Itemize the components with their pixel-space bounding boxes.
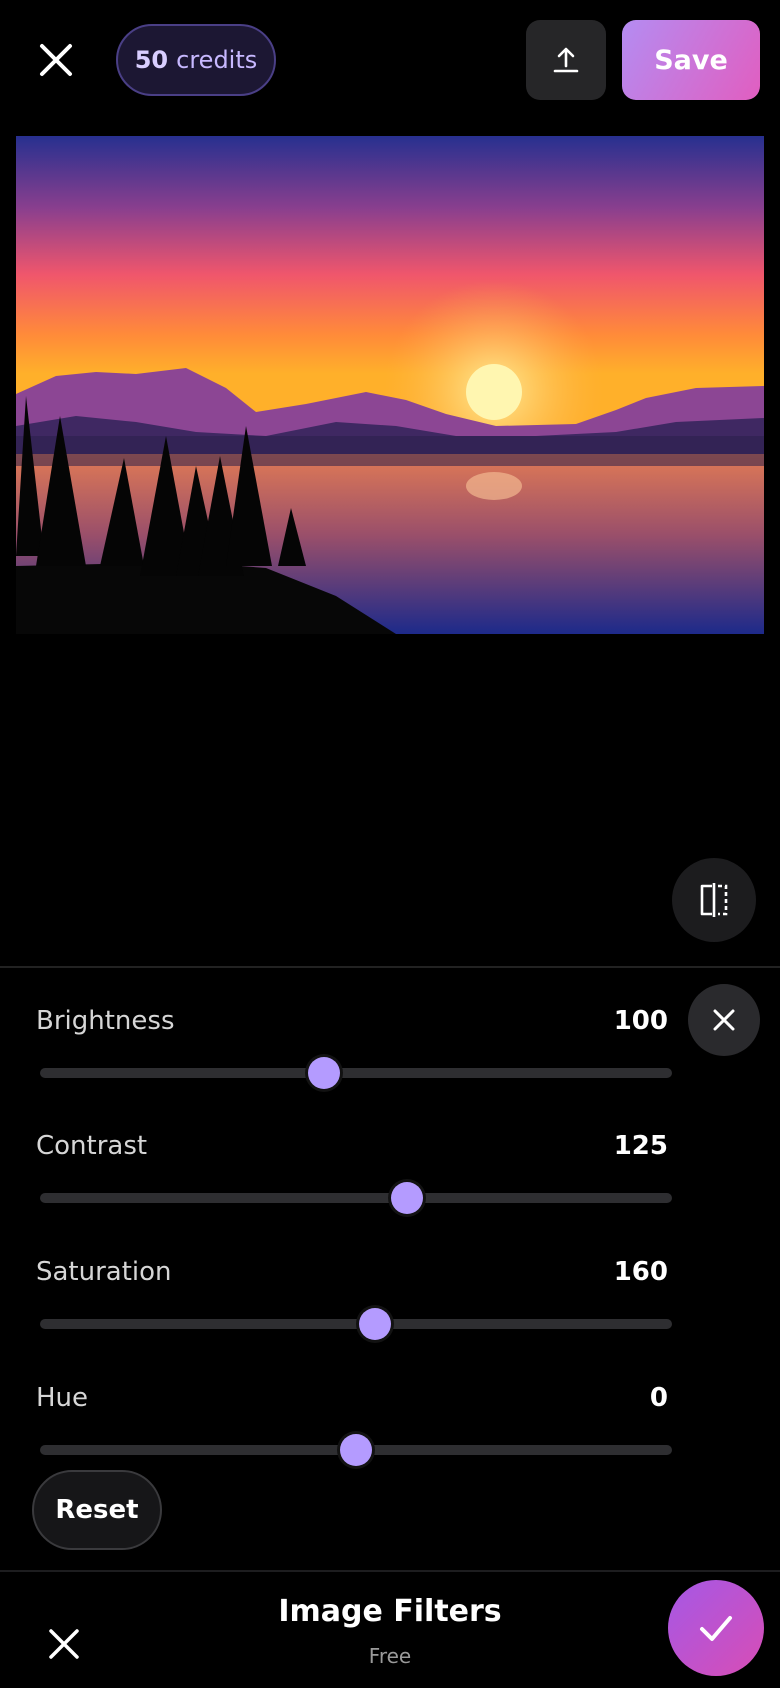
contrast-slider-row: Contrast 125 (36, 1131, 672, 1251)
tool-title: Image Filters (278, 1594, 502, 1629)
hue-value: 0 (649, 1383, 668, 1413)
brightness-value: 100 (613, 1006, 668, 1036)
edited-image (16, 136, 764, 634)
upload-icon (553, 47, 579, 73)
reset-button[interactable]: Reset (32, 1470, 162, 1550)
saturation-slider-row: Saturation 160 (36, 1257, 672, 1377)
save-button[interactable]: Save (622, 20, 760, 100)
contrast-slider-thumb[interactable] (390, 1182, 423, 1214)
contrast-value: 125 (613, 1131, 668, 1161)
compare-button[interactable] (672, 858, 756, 942)
saturation-slider[interactable] (40, 1308, 672, 1340)
close-icon[interactable] (36, 40, 76, 80)
brightness-label: Brightness (36, 1006, 175, 1036)
hue-slider[interactable] (40, 1434, 672, 1466)
contrast-slider[interactable] (40, 1182, 672, 1214)
compare-icon (700, 883, 728, 917)
upload-button[interactable] (526, 20, 606, 100)
hue-slider-thumb[interactable] (340, 1434, 372, 1466)
contrast-label: Contrast (36, 1131, 148, 1161)
brightness-slider[interactable] (40, 1057, 672, 1089)
brightness-slider-row: Brightness 100 (36, 1006, 672, 1126)
saturation-label: Saturation (36, 1257, 172, 1287)
credits-label: credits (176, 46, 258, 74)
bottom-bar: Image Filters Free (0, 1570, 780, 1688)
saturation-slider-thumb[interactable] (358, 1308, 391, 1340)
panel-divider (0, 966, 780, 968)
checkmark-icon (700, 1616, 732, 1641)
apply-button[interactable] (668, 1580, 764, 1676)
hue-label: Hue (36, 1383, 89, 1413)
brightness-slider-thumb[interactable] (308, 1057, 341, 1089)
close-icon (713, 1009, 735, 1031)
credits-badge[interactable]: 50 credits (116, 24, 276, 96)
tool-price: Free (368, 1644, 412, 1668)
saturation-value: 160 (613, 1257, 668, 1287)
credits-count: 50 (134, 46, 169, 74)
close-panel-button[interactable] (688, 984, 760, 1056)
